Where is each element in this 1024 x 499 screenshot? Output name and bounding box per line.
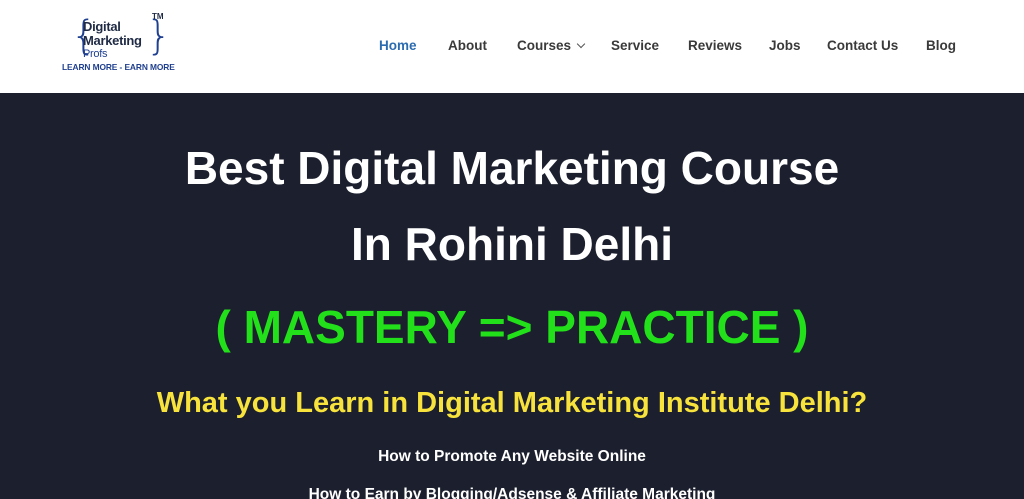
nav-item-label: About — [448, 38, 487, 53]
main-navigation: Home About Courses Service Reviews Jobs … — [0, 0, 1024, 93]
hero-learn-question: What you Learn in Digital Marketing Inst… — [156, 387, 868, 419]
nav-item-label: Jobs — [769, 38, 801, 53]
nav-item-label: Service — [611, 38, 660, 53]
hero-section: Best Digital Marketing Course In Rohini … — [0, 93, 1024, 499]
nav-item-service[interactable]: Service — [611, 38, 659, 53]
nav-item-home[interactable]: Home — [379, 38, 417, 53]
nav-item-label: Blog — [926, 38, 956, 53]
chevron-down-icon — [576, 39, 586, 49]
nav-item-jobs[interactable]: Jobs — [769, 38, 801, 53]
nav-item-label: Courses — [517, 38, 572, 53]
site-header: { } TM Digital Marketing Profs LEARN MOR… — [0, 0, 1024, 93]
nav-item-label: Home — [379, 38, 417, 53]
hero-title-line1: Best Digital Marketing Course — [184, 142, 840, 194]
nav-item-reviews[interactable]: Reviews — [688, 38, 742, 53]
hero-title-line2: In Rohini Delhi — [351, 218, 673, 270]
nav-item-label: Contact Us — [827, 38, 899, 53]
nav-item-blog[interactable]: Blog — [926, 38, 956, 53]
nav-item-contact-us[interactable]: Contact Us — [827, 38, 898, 53]
nav-item-courses[interactable]: Courses — [517, 38, 586, 53]
nav-item-about[interactable]: About — [448, 38, 487, 53]
hero-mastery-slogan: ( MASTERY => PRACTICE ) — [215, 301, 809, 353]
learn-item: How to Earn by Blogging/Adsense & Affili… — [308, 486, 716, 499]
learn-item: How to Promote Any Website Online — [378, 448, 646, 465]
nav-item-label: Reviews — [688, 38, 743, 53]
